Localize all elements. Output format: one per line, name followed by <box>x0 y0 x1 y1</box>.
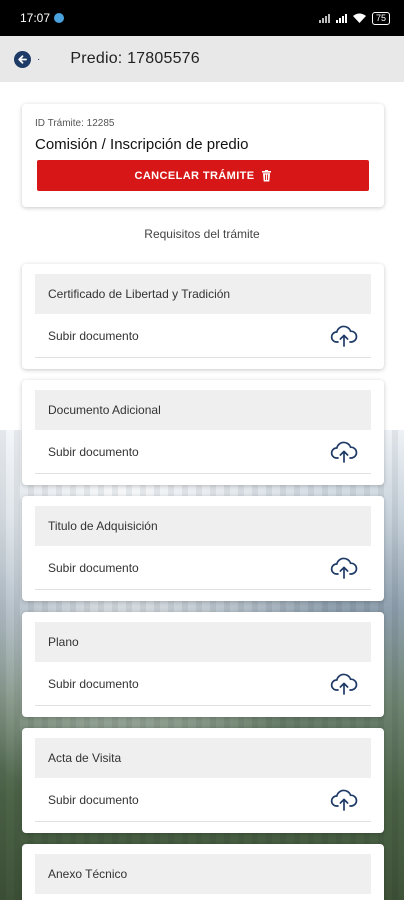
back-dot-icon: · <box>37 53 41 65</box>
cloud-upload-icon[interactable] <box>329 324 359 348</box>
upload-document-row[interactable]: Subir documento <box>35 662 371 706</box>
requirement-card: Titulo de Adquisición Subir documento <box>22 496 384 601</box>
requirement-name: Plano <box>35 622 371 662</box>
cloud-upload-icon[interactable] <box>329 788 359 812</box>
wifi-icon <box>352 13 366 23</box>
requirements-title: Requisitos del trámite <box>144 227 260 241</box>
page-title: Predio: 17805576 <box>70 50 200 67</box>
cloud-upload-icon[interactable] <box>329 440 359 464</box>
upload-document-label: Subir documento <box>48 560 139 575</box>
trash-icon <box>261 169 271 181</box>
requirement-name: Titulo de Adquisición <box>35 506 371 546</box>
upload-document-label: Subir documento <box>48 676 139 691</box>
main-content: ID Trámite: 12285 Comisión / Inscripción… <box>0 82 404 900</box>
cloud-upload-icon[interactable] <box>329 672 359 696</box>
upload-document-row[interactable]: Subir documento <box>35 314 371 358</box>
upload-document-label: Subir documento <box>48 792 139 807</box>
signal-icon-2 <box>335 13 347 23</box>
notification-icon <box>54 13 65 23</box>
tramite-id: ID Trámite: 12285 <box>35 118 115 129</box>
requirement-card: Documento Adicional Subir documento <box>22 380 384 485</box>
requirement-card: Plano Subir documento <box>22 612 384 717</box>
tramite-card: ID Trámite: 12285 Comisión / Inscripción… <box>22 104 384 207</box>
upload-document-row[interactable]: Subir documento <box>35 430 371 474</box>
cancel-tramite-button[interactable]: CANCELAR TRÁMITE <box>37 160 369 191</box>
requirement-card: Acta de Visita Subir documento <box>22 728 384 833</box>
requirement-name: Certificado de Libertad y Tradición <box>35 274 371 314</box>
requirement-name: Anexo Técnico <box>35 854 371 894</box>
upload-document-row[interactable]: Subir documento <box>35 778 371 822</box>
upload-document-label: Subir documento <box>48 444 139 459</box>
status-time: 17:07 <box>20 11 51 25</box>
battery-icon: 75 <box>371 11 390 25</box>
status-bar: 17:07 75 <box>0 0 404 36</box>
requirement-card: Certificado de Libertad y Tradición Subi… <box>22 264 384 369</box>
signal-icon <box>318 13 330 23</box>
cloud-upload-icon[interactable] <box>329 556 359 580</box>
upload-document-row[interactable]: Subir documento <box>35 546 371 590</box>
tramite-name: Comisión / Inscripción de predio <box>35 136 249 153</box>
requirement-card: Anexo Técnico <box>22 844 384 900</box>
cancel-tramite-label: CANCELAR TRÁMITE <box>134 169 255 182</box>
back-button[interactable]: · <box>14 50 41 68</box>
arrow-left-circle-icon <box>14 50 31 68</box>
requirement-name: Acta de Visita <box>35 738 371 778</box>
requirement-name: Documento Adicional <box>35 390 371 430</box>
upload-document-label: Subir documento <box>48 328 139 343</box>
app-bar: · Predio: 17805576 <box>0 36 404 82</box>
